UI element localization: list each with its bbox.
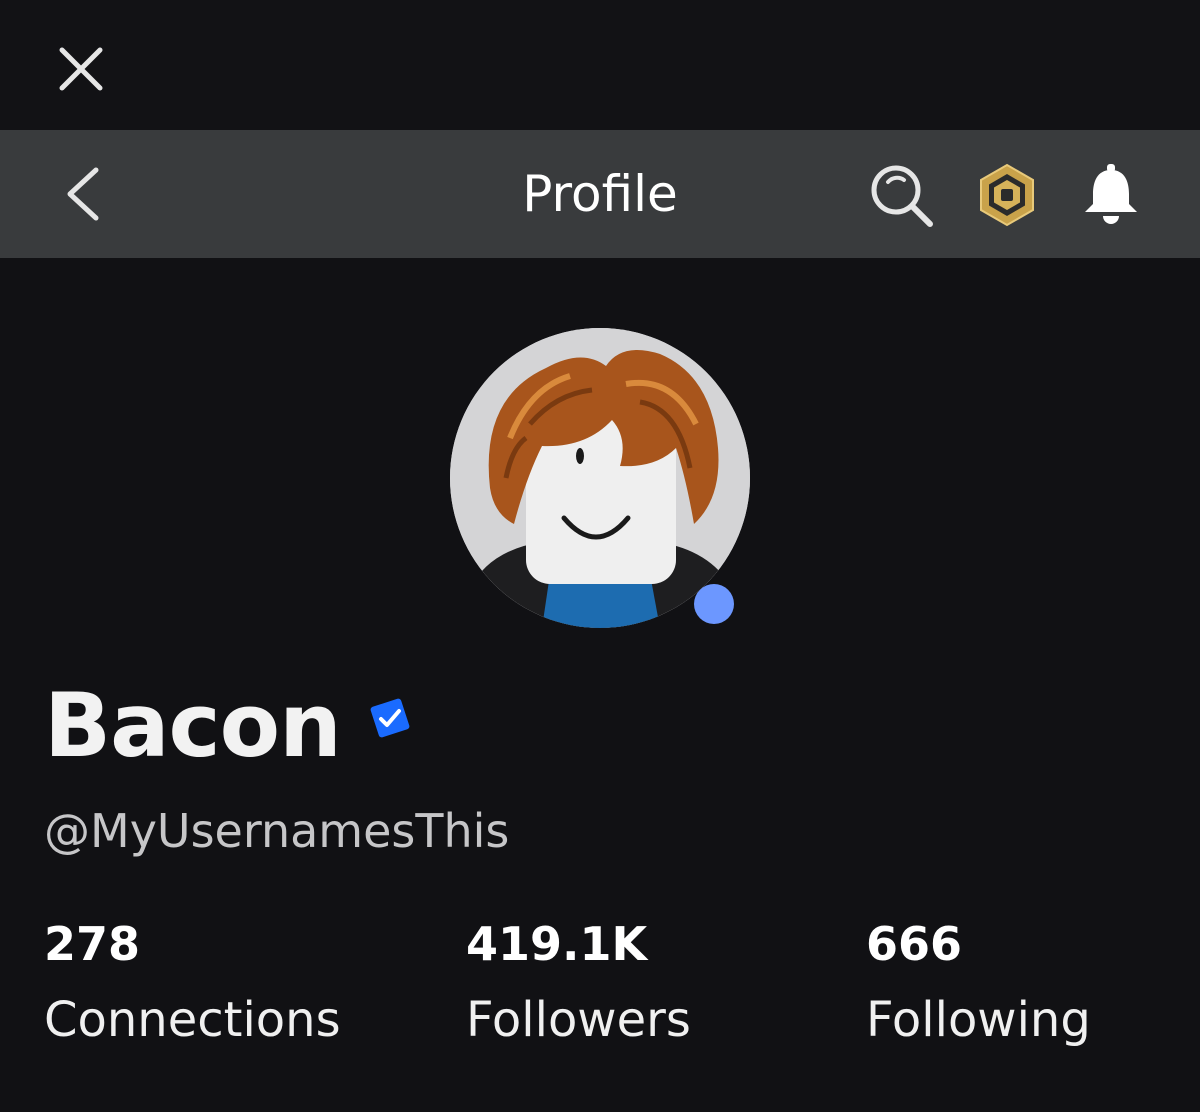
stat-following-value: 666	[866, 917, 963, 971]
notifications-button[interactable]	[1076, 160, 1146, 230]
online-status-dot	[694, 584, 734, 624]
robux-button[interactable]	[972, 160, 1042, 230]
avatar-container[interactable]	[450, 328, 750, 628]
stat-connections-value: 278	[44, 917, 141, 971]
close-icon	[59, 47, 103, 91]
back-button[interactable]	[52, 164, 112, 224]
chevron-left-icon	[67, 167, 99, 221]
search-button[interactable]	[866, 160, 936, 230]
close-button[interactable]	[50, 38, 112, 100]
stat-connections[interactable]: 278 Connections	[44, 912, 341, 1052]
search-icon	[871, 165, 933, 227]
stat-followers-value: 419.1K	[466, 917, 648, 971]
robux-icon	[980, 163, 1034, 227]
stat-following-label: Following	[866, 992, 1091, 1048]
stat-connections-label: Connections	[44, 992, 341, 1048]
stat-followers-label: Followers	[466, 992, 691, 1048]
display-name-row: Bacon	[44, 670, 413, 780]
verified-badge-icon	[370, 698, 410, 738]
bell-icon	[1085, 164, 1137, 224]
stat-followers[interactable]: 419.1K Followers	[466, 912, 691, 1052]
avatar	[450, 328, 750, 628]
display-name: Bacon	[44, 673, 342, 777]
avatar-image	[450, 328, 750, 628]
stat-following[interactable]: 666 Following	[866, 912, 1091, 1052]
header-bar: Profile	[0, 130, 1200, 258]
username: @MyUsernamesThis	[44, 804, 510, 858]
top-strip	[0, 0, 1200, 130]
